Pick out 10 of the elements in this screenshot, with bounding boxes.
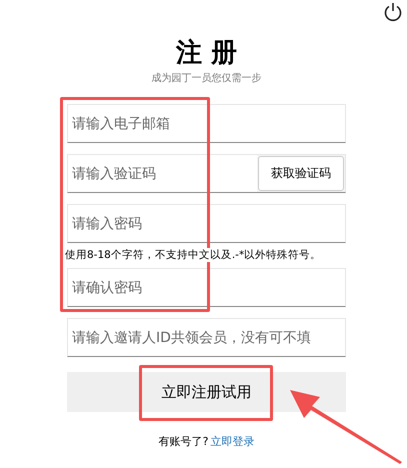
- subtitle: 成为园丁一员您仅需一步: [150, 72, 262, 86]
- input-field[interactable]: 请输入电子邮箱: [67, 104, 346, 143]
- login-link[interactable]: 立即登录: [210, 435, 254, 448]
- power-icon[interactable]: [384, 2, 402, 22]
- page-title: 注 册: [174, 38, 238, 68]
- input-field[interactable]: 请确认密码: [67, 268, 346, 307]
- input-field[interactable]: 请输入密码: [67, 204, 346, 243]
- input-field[interactable]: 请输入邀请人ID共领会员，没有可不填: [67, 318, 346, 357]
- footer-text: 有账号了?: [158, 435, 208, 448]
- register-button[interactable]: 立即注册试用: [67, 372, 346, 412]
